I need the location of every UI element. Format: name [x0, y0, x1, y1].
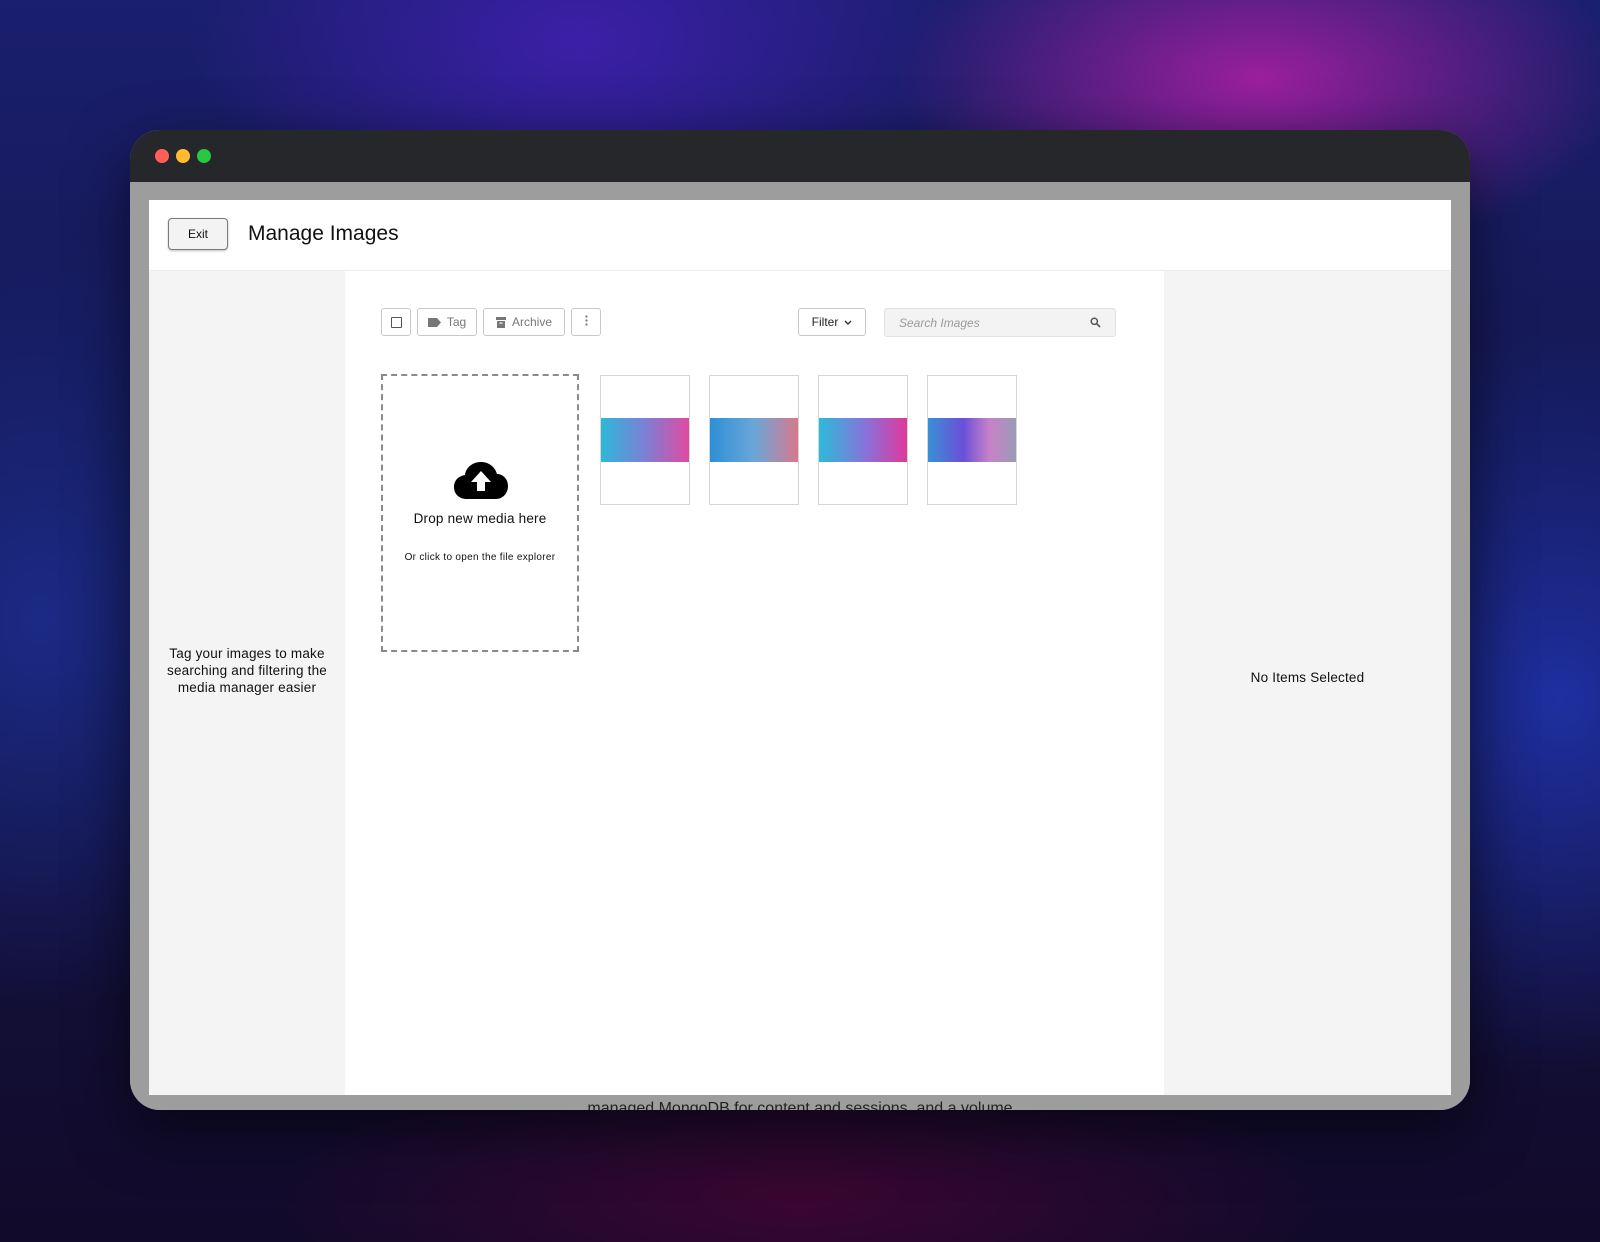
cloud-upload-icon	[454, 462, 508, 500]
image-thumbnail[interactable]	[709, 375, 799, 505]
thumbnail-image	[601, 418, 689, 462]
minimize-window-button[interactable]	[176, 149, 190, 163]
maximize-window-button[interactable]	[197, 149, 211, 163]
thumbnail-image	[710, 418, 798, 462]
checkbox-icon	[390, 316, 402, 328]
search-input[interactable]	[885, 309, 1085, 336]
upload-dropzone[interactable]: Drop new media here Or click to open the…	[381, 374, 579, 652]
details-sidebar: No Items Selected	[1164, 271, 1451, 1095]
image-thumbnail[interactable]	[927, 375, 1017, 505]
archive-button-label: Archive	[511, 315, 552, 329]
archive-icon	[495, 316, 506, 328]
page-title: Manage Images	[248, 222, 399, 245]
background-page-text: managed MongoDB for content and sessions…	[587, 1100, 1013, 1110]
dropzone-subtitle: Or click to open the file explorer	[404, 552, 556, 563]
thumbnail-image	[928, 418, 1016, 462]
image-thumbnail[interactable]	[818, 375, 908, 505]
filter-label: Filter	[811, 315, 839, 329]
no-selection-text: No Items Selected	[1250, 670, 1365, 685]
app-window: managed MongoDB for content and sessions…	[130, 130, 1470, 1110]
tags-sidebar: Tag your images to make searching and fi…	[149, 271, 345, 1095]
dropzone-title: Drop new media here	[413, 511, 547, 526]
manage-images-modal: Exit Manage Images Tag your images to ma…	[149, 200, 1451, 1095]
filter-dropdown[interactable]: Filter	[798, 308, 866, 336]
tag-button-label: Tag	[446, 315, 467, 329]
more-options-button[interactable]	[571, 308, 601, 336]
window-titlebar	[130, 130, 1470, 182]
search-icon[interactable]	[1090, 317, 1101, 328]
search-box	[884, 308, 1116, 337]
modal-header: Exit Manage Images	[149, 200, 1451, 271]
exit-button[interactable]: Exit	[168, 218, 228, 250]
media-grid-area: Tag Archive Filter Search Images Drop ne…	[345, 271, 1164, 1095]
tags-hint-text: Tag your images to make searching and fi…	[167, 646, 327, 695]
more-vertical-icon	[584, 315, 588, 329]
close-window-button[interactable]	[155, 149, 169, 163]
select-all-button[interactable]	[381, 308, 411, 336]
tag-button[interactable]: Tag	[417, 308, 477, 336]
chevron-down-icon	[844, 320, 852, 325]
thumbnail-image	[819, 418, 907, 462]
image-thumbnail[interactable]	[600, 375, 690, 505]
archive-button[interactable]: Archive	[483, 308, 565, 336]
tag-icon	[427, 317, 441, 327]
